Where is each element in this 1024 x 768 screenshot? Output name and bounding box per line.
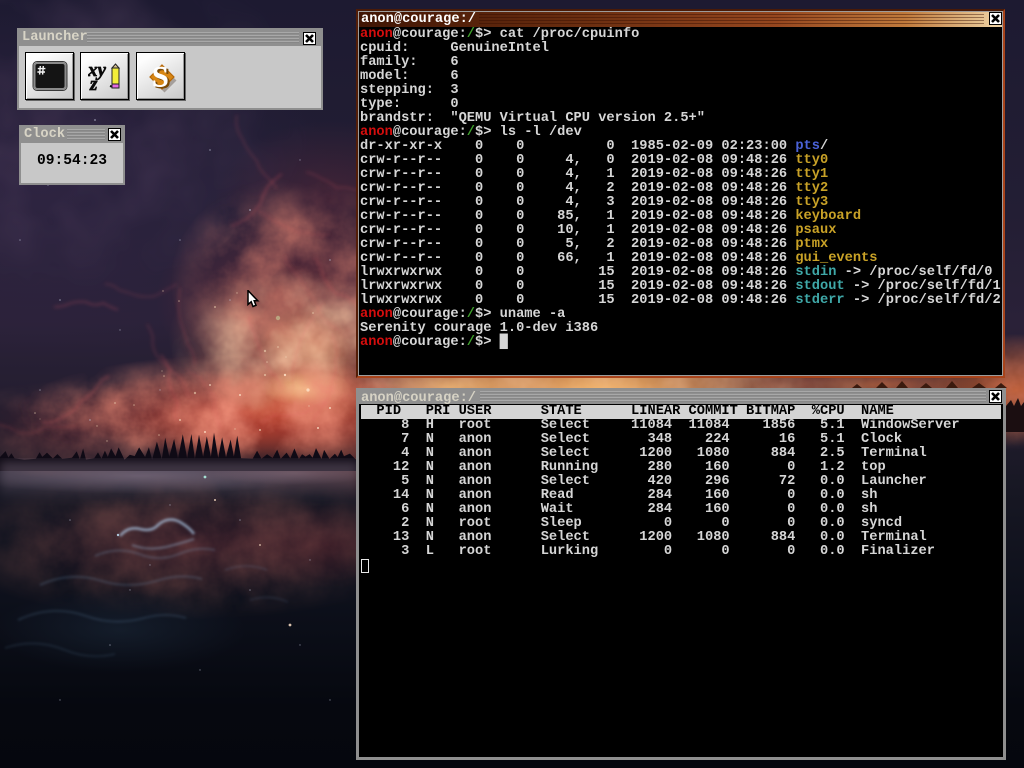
svg-text:S: S bbox=[152, 61, 169, 94]
svg-text:z: z bbox=[89, 74, 98, 94]
